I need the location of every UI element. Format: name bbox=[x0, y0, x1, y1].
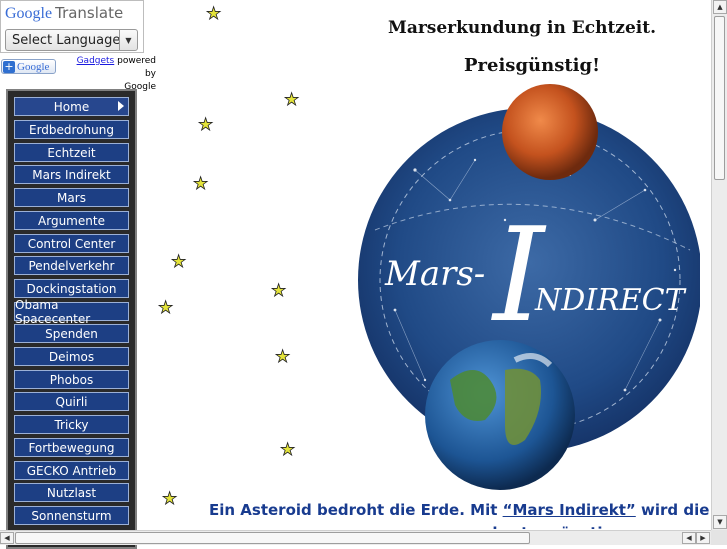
vertical-scrollbar[interactable]: ▲ ▼ bbox=[711, 0, 727, 530]
language-select-label: Select Language bbox=[12, 33, 121, 48]
menu-item-nutzlast[interactable]: Nutzlast bbox=[14, 483, 129, 502]
scroll-right-icon[interactable]: ▶ bbox=[696, 532, 710, 544]
page-title: Marserkundung in Echtzeit. bbox=[388, 18, 656, 38]
translate-word: Translate bbox=[55, 4, 124, 22]
menu-item-label: Sonnensturm bbox=[31, 508, 112, 523]
menu-item-label: Deimos bbox=[48, 349, 95, 364]
menu-item-control-center[interactable]: Control Center bbox=[14, 234, 129, 253]
vertical-scroll-thumb[interactable] bbox=[714, 16, 725, 180]
star-icon: ★ bbox=[193, 174, 209, 194]
earth-planet bbox=[425, 340, 575, 490]
menu-item-spenden[interactable]: Spenden bbox=[14, 324, 129, 343]
star-icon: ★ bbox=[171, 252, 187, 272]
menu-item-mars-indirekt[interactable]: Mars Indirekt bbox=[14, 165, 129, 184]
add-to-google-badge[interactable]: + Google bbox=[1, 59, 56, 74]
menu-item-label: GECKO Antrieb bbox=[26, 463, 117, 478]
chevron-down-icon[interactable]: ▼ bbox=[119, 30, 137, 50]
menu-item-pendelverkehr[interactable]: Pendelverkehr bbox=[14, 256, 129, 275]
menu-item-gecko-antrieb[interactable]: GECKO Antrieb bbox=[14, 461, 129, 480]
menu-item-argumente[interactable]: Argumente bbox=[14, 211, 129, 230]
asteroid-line-2: ... kostengünstig ... bbox=[470, 524, 636, 529]
logo-text-ndirect: NDIRECT bbox=[534, 283, 687, 318]
menu-item-label: Mars Indirekt bbox=[32, 167, 111, 182]
menu-item-label: Pendelverkehr bbox=[28, 258, 115, 273]
menu-item-label: Fortbewegung bbox=[28, 440, 115, 455]
star-icon: ★ bbox=[275, 347, 291, 367]
menu-item-phobos[interactable]: Phobos bbox=[14, 370, 129, 389]
star-icon: ★ bbox=[198, 115, 214, 135]
menu-item-home[interactable]: Home bbox=[14, 97, 129, 116]
main-navigation: Home Erdbedrohung Echtzeit Mars Indirekt… bbox=[6, 89, 137, 549]
star-icon: ★ bbox=[206, 4, 222, 24]
menu-item-label: Argumente bbox=[38, 213, 105, 228]
page-subtitle: Preisgünstig! bbox=[464, 55, 600, 76]
star-icon: ★ bbox=[158, 298, 174, 318]
menu-item-label: Control Center bbox=[27, 236, 116, 251]
menu-item-label: Dockingstation bbox=[26, 281, 117, 296]
menu-item-label: Erdbedrohung bbox=[29, 122, 114, 137]
asteroid-intro: Ein Asteroid bedroht die Erde. Mit “Mars… bbox=[209, 501, 709, 519]
menu-item-quirli[interactable]: Quirli bbox=[14, 392, 129, 411]
star-icon: ★ bbox=[284, 90, 300, 110]
horizontal-scroll-thumb[interactable] bbox=[15, 532, 530, 544]
star-icon: ★ bbox=[271, 281, 287, 301]
menu-item-tricky[interactable]: Tricky bbox=[14, 415, 129, 434]
asteroid-suffix: wird die bbox=[635, 501, 710, 519]
scroll-left-icon[interactable]: ◀ bbox=[0, 532, 14, 544]
logo-text-i: I bbox=[491, 199, 547, 351]
menu-item-label: Home bbox=[53, 99, 90, 114]
scroll-left-icon[interactable]: ◀ bbox=[682, 532, 696, 544]
menu-item-label: Spenden bbox=[45, 326, 98, 341]
menu-item-label: Phobos bbox=[49, 372, 94, 387]
mars-indirect-logo: Mars- I NDIRECT bbox=[358, 84, 700, 490]
gadgets-link[interactable]: Gadgets bbox=[77, 56, 115, 66]
menu-item-erdbedrohung[interactable]: Erdbedrohung bbox=[14, 120, 129, 139]
menu-item-label: Mars bbox=[57, 190, 86, 205]
plus-icon: + bbox=[3, 59, 15, 73]
gadgets-suffix: powered by bbox=[117, 56, 156, 79]
logo-text-mars: Mars- bbox=[384, 254, 485, 294]
menu-item-echtzeit[interactable]: Echtzeit bbox=[14, 143, 129, 162]
menu-item-label: Echtzeit bbox=[47, 145, 96, 160]
menu-item-label: Quirli bbox=[55, 394, 88, 409]
menu-item-sonnensturm[interactable]: Sonnensturm bbox=[14, 506, 129, 525]
google-logo-text: Google bbox=[5, 5, 53, 22]
menu-item-label: Tricky bbox=[54, 417, 89, 432]
mars-planet bbox=[502, 84, 598, 180]
google-translate-logo: Google Translate bbox=[5, 4, 123, 23]
scroll-down-icon[interactable]: ▼ bbox=[713, 515, 727, 529]
scrollbar-corner bbox=[711, 530, 727, 545]
horizontal-scrollbar[interactable]: ◀ ◀ ▶ bbox=[0, 530, 711, 545]
menu-item-dockingstation[interactable]: Dockingstation bbox=[14, 279, 129, 298]
language-select[interactable]: Select Language ▼ bbox=[5, 29, 138, 51]
star-icon: ★ bbox=[162, 489, 178, 509]
menu-item-obama-spacecenter[interactable]: Obama Spacecenter bbox=[14, 298, 129, 326]
scroll-up-icon[interactable]: ▲ bbox=[713, 0, 727, 14]
menu-item-fortbewegung[interactable]: Fortbewegung bbox=[14, 438, 129, 457]
google-translate-widget: Google Translate Select Language ▼ bbox=[0, 0, 144, 53]
star-icon: ★ bbox=[280, 440, 296, 460]
asteroid-prefix: Ein Asteroid bedroht die Erde. Mit bbox=[209, 501, 503, 519]
menu-item-label: Obama Spacecenter bbox=[15, 297, 91, 326]
mars-indirekt-link[interactable]: “Mars Indirekt” bbox=[503, 501, 636, 519]
menu-item-label: Nutzlast bbox=[46, 485, 97, 500]
google-badge-text: Google bbox=[17, 60, 50, 73]
triangle-right-icon bbox=[118, 101, 124, 111]
menu-item-mars[interactable]: Mars bbox=[14, 188, 129, 207]
menu-item-deimos[interactable]: Deimos bbox=[14, 347, 129, 366]
